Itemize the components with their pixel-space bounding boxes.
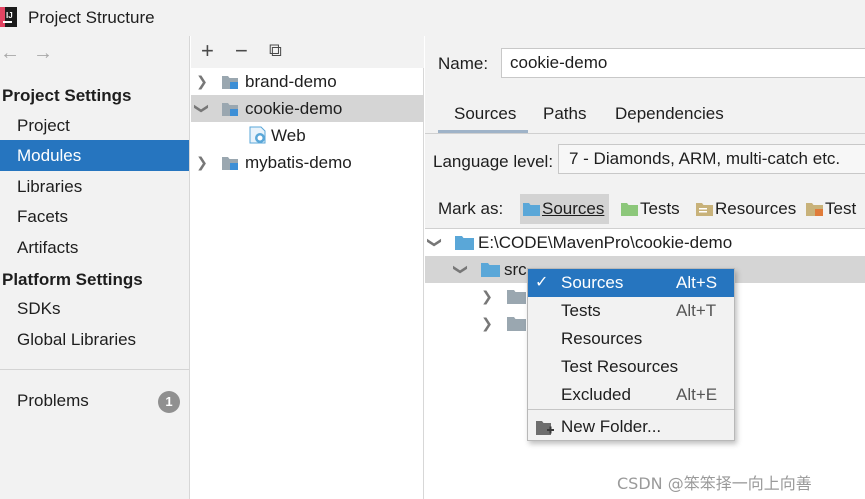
module-folder-icon: [222, 103, 238, 116]
menu-item-label: New Folder...: [561, 417, 662, 436]
menu-item-shortcut: Alt+T: [676, 301, 717, 320]
tests-folder-icon: [621, 203, 638, 216]
problems-count-badge: 1: [158, 391, 180, 413]
module-row-cookie-demo[interactable]: ❯ cookie-demo: [191, 95, 424, 122]
content-root-row[interactable]: ❯ E:\CODE\MavenPro\cookie-demo: [425, 229, 865, 256]
menu-item-resources[interactable]: Resources: [528, 325, 734, 353]
window-title: Project Structure: [28, 8, 155, 27]
sidebar-item-problems[interactable]: Problems 1: [0, 385, 189, 416]
sidebar-item-project[interactable]: Project: [0, 110, 189, 141]
test-resources-folder-icon: [806, 203, 823, 216]
mark-as-label: Mark as:: [438, 199, 504, 218]
sidebar-item-facets[interactable]: Facets: [0, 201, 189, 232]
module-name-field[interactable]: cookie-demo: [501, 48, 865, 78]
settings-sidebar: ← → Project Settings Project Modules Lib…: [0, 36, 190, 499]
menu-item-label: Sources: [561, 273, 624, 292]
name-label: Name:: [438, 54, 489, 73]
src-folder-label: src: [504, 260, 527, 279]
chevron-right-icon[interactable]: ❯: [480, 310, 494, 337]
sources-folder-icon: [523, 203, 540, 216]
chevron-down-icon[interactable]: ❯: [448, 263, 475, 277]
module-label: cookie-demo: [245, 99, 343, 118]
module-folder-icon: [222, 157, 238, 170]
menu-item-shortcut: Alt+S: [676, 273, 718, 292]
copy-icon[interactable]: ⧉: [269, 40, 282, 61]
chevron-down-icon[interactable]: ❯: [422, 236, 449, 250]
tab-separator: [425, 133, 865, 134]
menu-item-label: Tests: [561, 301, 601, 320]
sidebar-item-modules[interactable]: Modules: [0, 140, 189, 171]
mark-tests-button[interactable]: Tests: [618, 194, 688, 224]
sidebar-divider: [0, 369, 189, 370]
folder-icon: [507, 290, 526, 304]
sidebar-item-global-libraries[interactable]: Global Libraries: [0, 324, 189, 355]
mark-resources-label: Resources: [715, 199, 797, 218]
folder-icon: [507, 317, 526, 331]
tab-dependencies[interactable]: Dependencies: [615, 104, 724, 124]
menu-item-sources[interactable]: ✓ Sources Alt+S: [528, 269, 734, 297]
chevron-right-icon[interactable]: ❯: [195, 149, 209, 176]
content-root-path: E:\CODE\MavenPro\cookie-demo: [478, 233, 733, 252]
chevron-right-icon[interactable]: ❯: [195, 68, 209, 95]
mark-directory-context-menu: ✓ Sources Alt+S Tests Alt+T Resources Te…: [527, 268, 735, 441]
sidebar-item-sdks[interactable]: SDKs: [0, 293, 189, 324]
project-settings-header: Project Settings: [2, 86, 132, 105]
language-level-label: Language level:: [433, 152, 554, 171]
svg-text:IJ: IJ: [6, 11, 13, 20]
language-level-select[interactable]: 7 - Diamonds, ARM, multi-catch etc.: [558, 144, 865, 174]
menu-item-excluded[interactable]: Excluded Alt+E: [528, 381, 734, 409]
facet-row-web[interactable]: Web: [191, 122, 424, 149]
menu-item-tests[interactable]: Tests Alt+T: [528, 297, 734, 325]
remove-icon[interactable]: −: [235, 38, 248, 64]
resources-folder-icon: [696, 203, 713, 216]
menu-separator: [528, 409, 734, 410]
back-arrow-icon[interactable]: ←: [0, 42, 20, 65]
src-folder-icon: [481, 263, 500, 277]
menu-item-test-resources[interactable]: Test Resources: [528, 353, 734, 381]
web-facet-icon: [249, 126, 266, 144]
modules-toolbar: + − ⧉: [191, 36, 424, 68]
sidebar-item-libraries[interactable]: Libraries: [0, 171, 189, 202]
tab-sources[interactable]: Sources: [454, 104, 516, 124]
menu-item-label: Test Resources: [561, 357, 679, 376]
chevron-right-icon[interactable]: ❯: [480, 283, 494, 310]
problems-label: Problems: [17, 391, 89, 410]
title-bar: IJ Project Structure: [0, 0, 865, 36]
sidebar-item-artifacts[interactable]: Artifacts: [0, 232, 189, 263]
intellij-logo-icon: IJ: [0, 7, 17, 27]
check-icon: ✓: [535, 274, 549, 291]
module-label: brand-demo: [245, 72, 337, 91]
mark-sources-button[interactable]: Sources: [520, 194, 609, 224]
mark-resources-button[interactable]: Resources: [693, 194, 799, 224]
menu-item-shortcut: Alt+E: [676, 385, 718, 404]
module-row-mybatis-demo[interactable]: ❯ mybatis-demo: [191, 149, 424, 176]
mark-tests-label: Tests: [640, 199, 680, 218]
new-folder-icon: [536, 421, 554, 435]
platform-settings-header: Platform Settings: [2, 270, 143, 289]
menu-item-label: Resources: [561, 329, 643, 348]
mark-test-resources-button[interactable]: Test R: [803, 194, 865, 224]
modules-panel: + − ⧉ ❯ brand-demo ❯ cookie-demo Web ❯ m…: [191, 36, 424, 499]
module-folder-icon: [222, 76, 238, 89]
add-icon[interactable]: +: [201, 38, 214, 64]
menu-item-new-folder[interactable]: New Folder...: [528, 413, 734, 441]
tab-paths[interactable]: Paths: [543, 104, 586, 124]
watermark: CSDN @笨笨择一向上向善: [617, 474, 812, 493]
mark-sources-label: Sources: [542, 199, 605, 218]
mark-test-resources-label: Test R: [825, 199, 857, 218]
content-root-folder-icon: [455, 236, 474, 250]
module-row-brand-demo[interactable]: ❯ brand-demo: [191, 68, 424, 95]
chevron-down-icon[interactable]: ❯: [189, 102, 216, 116]
forward-arrow-icon[interactable]: →: [33, 42, 53, 65]
facet-label: Web: [271, 126, 306, 145]
menu-item-label: Excluded: [561, 385, 631, 404]
module-label: mybatis-demo: [245, 153, 352, 172]
